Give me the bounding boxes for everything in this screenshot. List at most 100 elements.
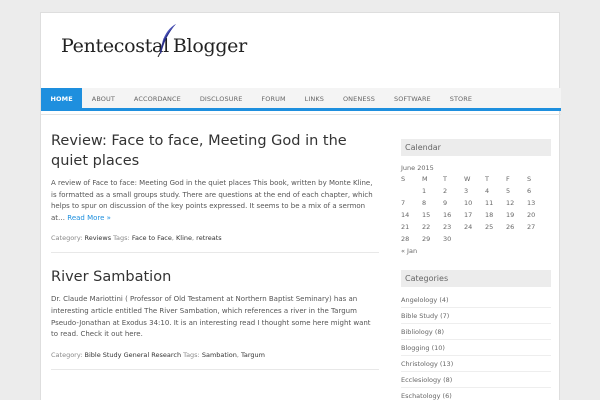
category-link[interactable]: Reviews	[85, 234, 112, 242]
calendar-week: 7 8 9 10 11 12 13	[401, 197, 548, 209]
calendar-day-header: S	[401, 175, 406, 183]
tags-label: Tags:	[183, 350, 200, 359]
post-title[interactable]: Review: Face to face, Meeting God in the…	[51, 131, 379, 171]
category-count: (8)	[443, 376, 453, 384]
post-meta: Category: Bible Study General Research T…	[51, 351, 379, 370]
calendar-day: 6	[527, 187, 532, 195]
calendar-day: 10	[464, 199, 473, 207]
logo-text-left: Pentecostal	[61, 35, 169, 57]
tag-link[interactable]: Kline	[176, 234, 192, 242]
calendar-header-row: SMTWTFS	[401, 173, 548, 185]
calendar-day-header: S	[527, 175, 532, 183]
calendar-day: 16	[443, 211, 452, 219]
tag-link[interactable]: retreats	[196, 234, 222, 242]
nav-item-about[interactable]: ABOUT	[82, 88, 124, 108]
calendar-day	[401, 185, 422, 197]
calendar-day-header: W	[464, 175, 471, 183]
post-2: River Sambation Dr. Claude Mariottini ( …	[51, 267, 379, 370]
calendar-day: 15	[422, 211, 431, 219]
nav-item-forum[interactable]: FORUM	[252, 88, 295, 108]
category-link[interactable]: Bible Study	[401, 312, 438, 320]
calendar-day	[527, 233, 548, 245]
nav-item-accordance[interactable]: ACCORDANCE	[124, 88, 190, 108]
post-title[interactable]: River Sambation	[51, 267, 379, 287]
nav-item-home[interactable]: HOME	[41, 88, 83, 108]
category-link[interactable]: Angelology	[401, 296, 437, 304]
category-count: (10)	[431, 344, 445, 352]
category-item: Bibliology (8)	[401, 324, 551, 340]
tag-link[interactable]: Sambation	[202, 351, 237, 359]
calendar-day: 24	[464, 223, 473, 231]
category-link[interactable]: Eschatology	[401, 392, 440, 400]
calendar-day: 8	[422, 199, 427, 207]
calendar-day: 20	[527, 211, 536, 219]
categories-list: Angelology (4) Bible Study (7) Bibliology …	[401, 292, 551, 400]
category-link[interactable]: Christology	[401, 360, 438, 368]
site-logo[interactable]: Pentecostal Blogger	[61, 24, 247, 57]
post-meta: Category: Reviews Tags: Face to Face, Kl…	[51, 234, 379, 254]
calendar-day: 28	[401, 235, 410, 243]
category-count: (8)	[434, 328, 445, 336]
calendar-table: SMTWTFS 1 2 3 4 5 6 7 8 9 10 11 12 13 14 15 16 17 18 19 20 2…	[401, 173, 548, 245]
tag-link[interactable]: Face to Face	[132, 234, 172, 242]
calendar-day: 9	[443, 199, 448, 207]
calendar-day: 5	[506, 187, 511, 195]
calendar-day: 29	[422, 235, 431, 243]
calendar-week: 28 29 30	[401, 233, 548, 245]
calendar-day	[506, 233, 527, 245]
category-link[interactable]: Bibliology	[401, 328, 433, 336]
calendar-day: 11	[485, 199, 494, 207]
tag-link[interactable]: Targum	[241, 351, 265, 359]
main-nav: HOME ABOUT ACCORDANCE DISCLOSURE FORUM LINKS O…	[41, 88, 561, 111]
quill-icon	[157, 24, 176, 57]
calendar-day: 7	[401, 199, 406, 207]
nav-item-oneness[interactable]: ONENESS	[333, 88, 384, 108]
nav-list: HOME ABOUT ACCORDANCE DISCLOSURE FORUM LINKS O…	[41, 88, 561, 108]
site-header: Pentecostal Blogger	[41, 13, 561, 87]
nav-item-software[interactable]: SOFTWARE	[384, 88, 440, 108]
category-count: (7)	[440, 312, 450, 320]
category-link[interactable]: Blogging	[401, 344, 430, 352]
calendar-day: 2	[443, 187, 448, 195]
calendar-prev-link[interactable]: « Jan	[401, 247, 551, 255]
calendar-day: 19	[506, 211, 515, 219]
calendar-day: 13	[527, 199, 536, 207]
calendar-day: 30	[443, 235, 452, 243]
calendar-day: 23	[443, 223, 452, 231]
calendar-day: 26	[506, 223, 515, 231]
calendar-day-header: F	[506, 175, 510, 183]
calendar-day: 4	[485, 187, 490, 195]
category-link[interactable]: Bible Study General Research	[85, 351, 182, 359]
calendar-widget: Calendar June 2015 SMTWTFS 1 2 3 4 5 6 7 8 9 10 11…	[401, 139, 551, 255]
content-area: Review: Face to face, Meeting God in the…	[41, 114, 561, 400]
category-link[interactable]: Ecclesiology	[401, 376, 441, 384]
calendar-day: 27	[527, 223, 536, 231]
category-item: Ecclesiology (8)	[401, 372, 551, 388]
category-label: Category:	[51, 350, 83, 359]
calendar-day: 3	[464, 187, 469, 195]
category-count: (13)	[439, 360, 454, 368]
calendar-day: 14	[401, 211, 410, 219]
nav-item-links[interactable]: LINKS	[295, 88, 333, 108]
calendar-day-header: T	[485, 175, 489, 183]
calendar-day-header: T	[443, 175, 447, 183]
category-item: Eschatology (6)	[401, 388, 551, 400]
read-more-link[interactable]: Read More »	[67, 214, 111, 222]
calendar-day: 1	[422, 187, 427, 195]
nav-item-store[interactable]: STORE	[440, 88, 481, 108]
category-label: Category:	[51, 234, 83, 243]
calendar-week: 14 15 16 17 18 19 20	[401, 209, 548, 221]
tags-label: Tags:	[113, 234, 130, 243]
logo-text-right: Blogger	[172, 35, 247, 57]
category-item: Blogging (10)	[401, 340, 551, 356]
calendar-day: 17	[464, 211, 473, 219]
widget-title: Calendar	[401, 139, 551, 156]
calendar-body: 1 2 3 4 5 6 7 8 9 10 11 12 13 14 15 16 17 18 19 20 21 22 23 24 2…	[401, 185, 548, 245]
calendar-day: 21	[401, 223, 410, 231]
post-1: Review: Face to face, Meeting God in the…	[51, 131, 379, 254]
calendar-caption: June 2015	[401, 164, 434, 172]
category-count: (4)	[439, 296, 449, 304]
calendar-day: 12	[506, 199, 515, 207]
nav-item-disclosure[interactable]: DISCLOSURE	[190, 88, 252, 108]
post-excerpt: A review of Face to face: Meeting God in…	[51, 178, 379, 224]
